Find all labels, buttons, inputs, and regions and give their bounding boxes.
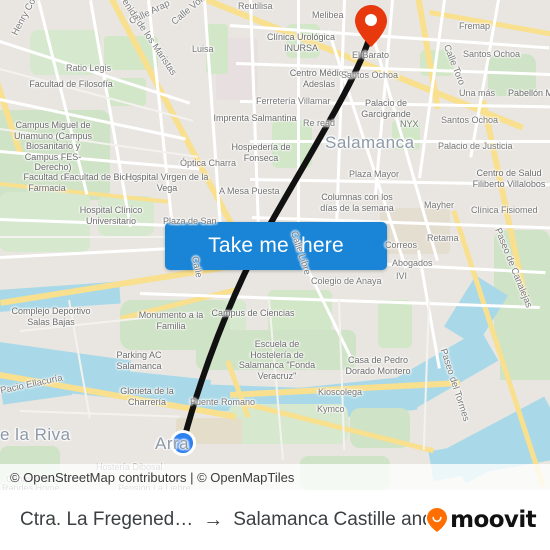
origin-label: Ctra. La Fregened…	[20, 509, 194, 530]
moovit-logo[interactable]: moovit	[426, 507, 550, 533]
attribution-text: © OpenStreetMap contributors | © OpenMap…	[10, 469, 295, 485]
origin-location-dot[interactable]	[170, 430, 196, 456]
take-me-there-button[interactable]: Take me there	[165, 222, 387, 270]
app-root: Take me there Henry Colle Calle Arap Calle…	[0, 0, 550, 550]
footer-bar: Ctra. La Fregened… → Salamanca Castille …	[0, 490, 550, 550]
route-summary[interactable]: Ctra. La Fregened… → Salamanca Castille …	[0, 509, 426, 531]
destination-pin[interactable]	[354, 4, 388, 48]
map-viewport[interactable]: Take me there Henry Colle Calle Arap Calle…	[0, 0, 550, 490]
destination-label: Salamanca Castille and León …	[233, 509, 426, 530]
arrow-right-icon: →	[203, 509, 224, 531]
map-attribution-bar: © OpenStreetMap contributors | © OpenMap…	[0, 464, 550, 490]
moovit-wordmark: moovit	[450, 507, 536, 533]
moovit-pin-icon	[427, 508, 448, 532]
